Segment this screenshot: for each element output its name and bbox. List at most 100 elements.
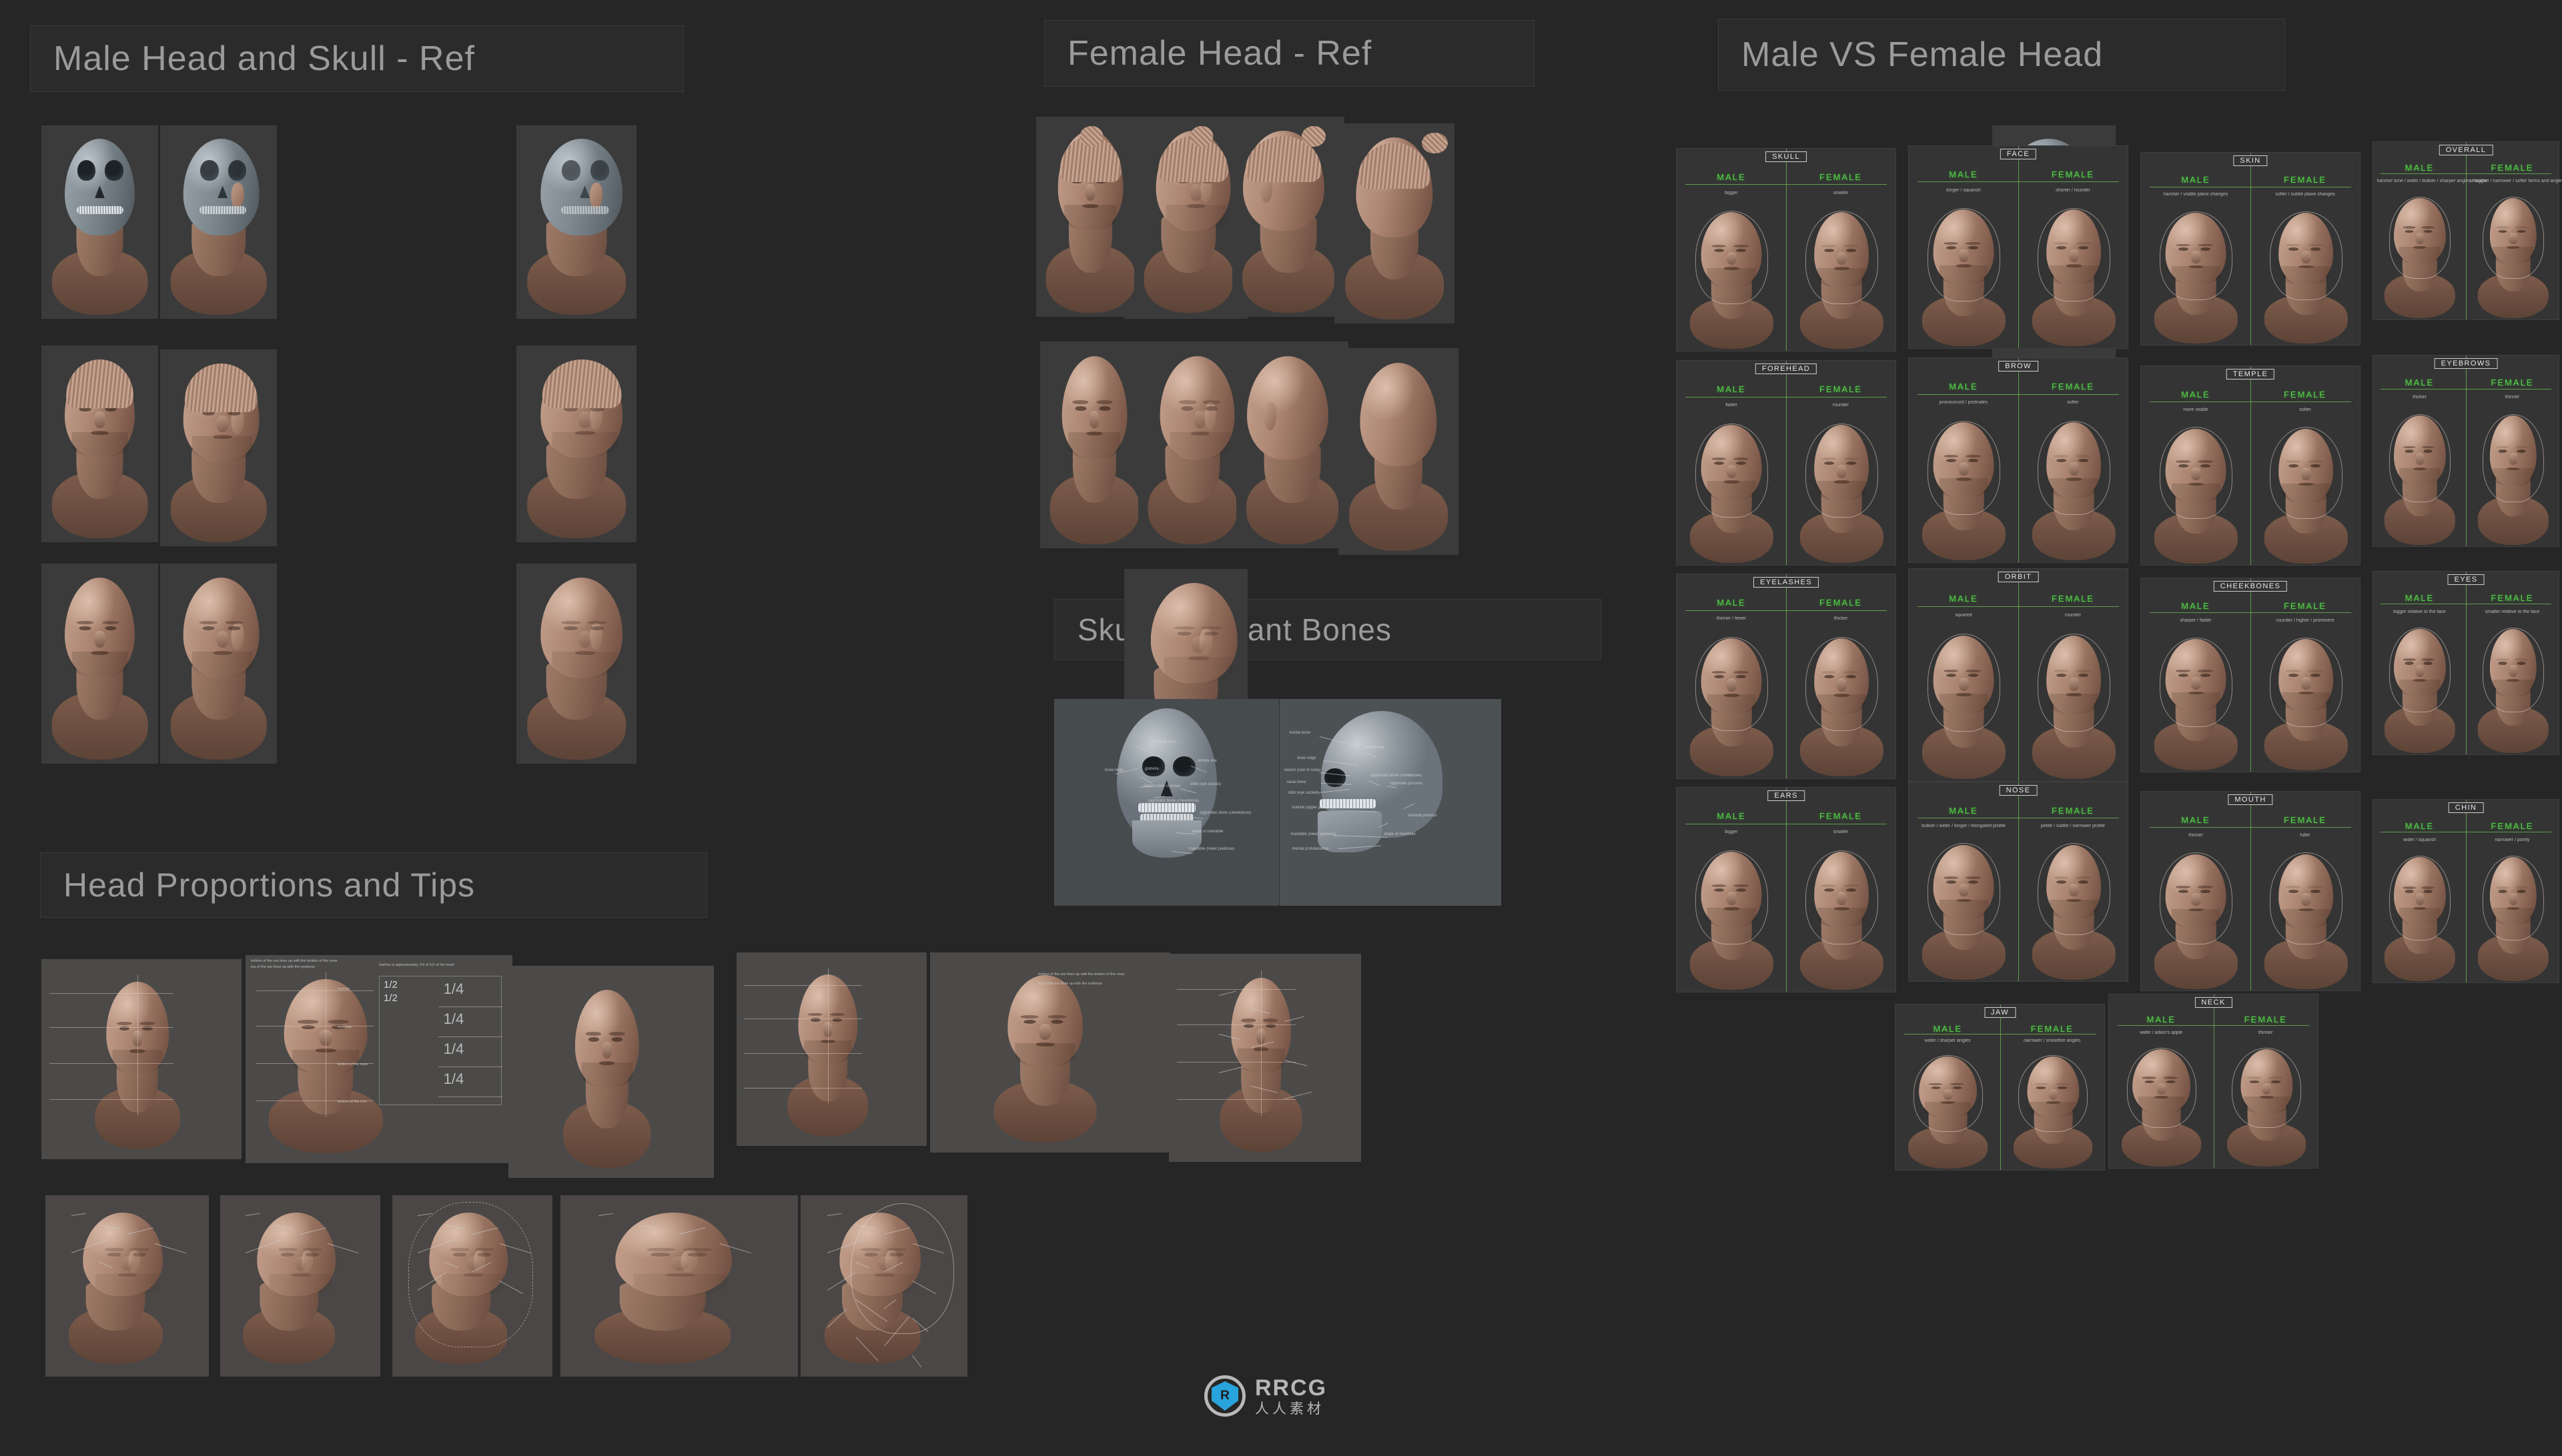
comparison-card: EYELASHESMALEFEMALEthinner / fewerthicke… [1676, 574, 1896, 779]
feature-outline [1695, 850, 1768, 944]
male-description: harsher tone / wider / bulkier / sharper… [2377, 179, 2463, 183]
table-rule [438, 1036, 502, 1037]
head-render [160, 133, 277, 319]
comparison-divider [2250, 792, 2251, 990]
comparison-divider [2000, 1004, 2001, 1170]
skull-label: frontal bone [1289, 731, 1310, 735]
skull-label: nasal bone [1286, 780, 1306, 784]
brow-right [1048, 1015, 1066, 1018]
male-description: more visible [2146, 408, 2246, 412]
female-description: narrower / pointy [2470, 838, 2555, 842]
skull-bones-panel: frontal bonebrow ridgeglabellatemple lin… [1054, 699, 1501, 906]
skull-label: mandible (lower jawbone) [1189, 847, 1234, 851]
jaw-shadow [1166, 205, 1226, 231]
sculpt-tile [41, 564, 158, 764]
brow-right [683, 1248, 712, 1251]
male-label: MALE [1685, 172, 1777, 182]
sculpt-tile [1232, 117, 1344, 317]
male-label: MALE [1685, 384, 1777, 394]
proportion-guide-line [256, 990, 374, 991]
comparison-card: MOUTHMALEFEMALEthinnerfuller [2140, 791, 2361, 991]
skull-label: orbit (eye socket) [1288, 791, 1318, 795]
female-description: shorter / rounder [2023, 188, 2124, 193]
female-label: FEMALE [2473, 163, 2551, 173]
female-label: FEMALE [2473, 593, 2551, 603]
jaw-shadow [270, 1274, 332, 1296]
feature-outline [2270, 638, 2342, 727]
proportion-note: top of the ear lines up with the eyebrow [1038, 982, 1102, 986]
eye-right [1205, 406, 1218, 411]
table-rule [438, 1006, 502, 1007]
eye-left [588, 1037, 599, 1041]
comparison-rule [2118, 1025, 2310, 1026]
male-head [2146, 844, 2247, 992]
head-wrap [983, 962, 1108, 1147]
feature-outline [2389, 197, 2451, 279]
eye-left [651, 1253, 671, 1257]
nose [1039, 1024, 1051, 1039]
eye-right [306, 1253, 318, 1257]
eye-right [1051, 1020, 1063, 1024]
head-render [1236, 349, 1348, 548]
male-description: thinner / fewer [1681, 616, 1782, 621]
comparison-rule [2381, 389, 2551, 390]
male-description: bulkier / wider / longer / elongated pro… [1913, 824, 2014, 828]
ear [1264, 402, 1276, 430]
proportion-guide-line [49, 1063, 173, 1064]
brow-right [1202, 626, 1223, 630]
comparison-card: SKULLMALEFEMALEbiggersmaller [1676, 148, 1896, 351]
comparison-rule [2150, 827, 2351, 828]
female-description: rounder [2023, 613, 2124, 618]
female-head [2005, 1048, 2102, 1171]
comparison-card: JAWMALEFEMALEwider / sharper anglesnarro… [1895, 1004, 2105, 1171]
orbit [1142, 756, 1165, 776]
skull-overlay [41, 160, 158, 226]
male-head [2113, 1040, 2210, 1169]
feature-outline [1805, 424, 1878, 518]
proportions-notes-front: bottom of the ear lines up with the bott… [930, 952, 1170, 1153]
skull-view-front: frontal bonebrow ridgeglabellatemple lin… [1054, 699, 1280, 906]
skull-overlay [516, 160, 636, 226]
head-render [1134, 125, 1243, 317]
female-description: thinner [2470, 395, 2555, 400]
comparison-rule [1917, 606, 2119, 607]
head-render [41, 353, 158, 542]
proportion-note: bottom of the ear lines up with the bott… [251, 959, 338, 963]
skull-overlay [160, 160, 277, 226]
proportions-annotated-front [737, 952, 927, 1146]
nose [217, 416, 229, 432]
orbit-left [200, 160, 218, 180]
feature-outline [2038, 208, 2110, 301]
head-render [554, 984, 661, 1172]
guide-label: eyebrow [338, 1025, 352, 1029]
comparison-card: NOSEMALEFEMALEbulkier / wider / longer /… [1908, 782, 2128, 982]
skull-outline [851, 1203, 954, 1334]
orbit-right [590, 160, 609, 180]
skull-label: mastoid process [1408, 814, 1437, 818]
title-male-vs-female: Male VS Female Head [1718, 19, 2285, 91]
comparison-divider [2250, 578, 2251, 772]
profile-annotated-panel [392, 1195, 552, 1377]
skull-label: temple line [1198, 759, 1217, 763]
feature-outline [2483, 628, 2545, 712]
centerline [1261, 970, 1262, 1116]
head-render [41, 133, 158, 319]
comparison-card: FACEMALEFEMALElonger / squarishshorter /… [1908, 145, 2128, 349]
hair [185, 363, 258, 413]
comparison-card: OVERALLMALEFEMALEharsher tone / wider / … [2373, 141, 2559, 320]
head-wrap [554, 976, 661, 1172]
male-label: MALE [1917, 169, 2010, 179]
feature-outline [2160, 852, 2232, 944]
male-label: MALE [1917, 806, 2010, 816]
reference-board: Male Head and Skull - RefFemale Head - R… [0, 0, 2562, 1456]
male-head [1913, 834, 2015, 982]
comparison-card: CHINMALEFEMALEwider / squarishnarrower /… [2373, 799, 2559, 983]
comparison-card: CHEEKBONESMALEFEMALEsharper / flatterrou… [2140, 578, 2361, 772]
proportion-guide-line [49, 993, 173, 994]
female-label: FEMALE [2259, 390, 2351, 400]
guide-label: bottom of the nose [338, 1062, 368, 1066]
skull-label: mandible (lower jawbone) [1290, 832, 1336, 836]
head-wrap [59, 1201, 173, 1367]
fraction-quarter: 1/4 [444, 1040, 464, 1058]
feature-outline [1695, 211, 1768, 304]
